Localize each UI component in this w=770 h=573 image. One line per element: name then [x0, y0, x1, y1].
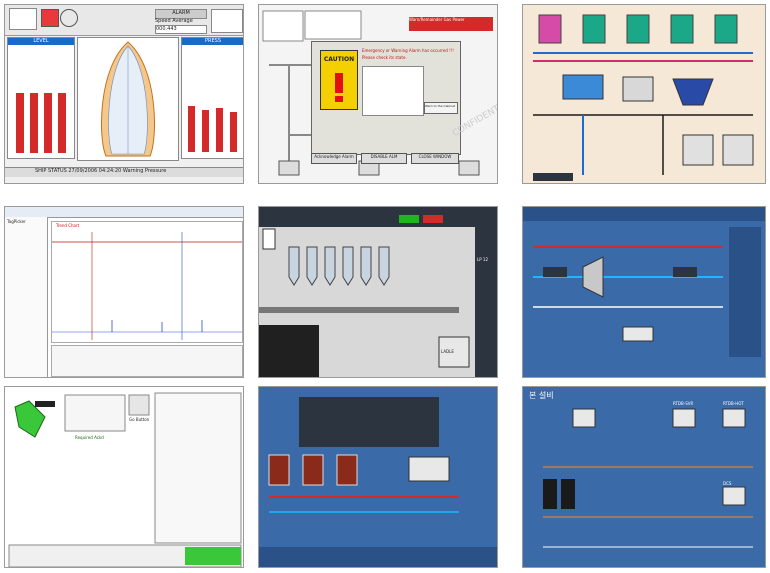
- node-rtdb-svr: RTDB-SVR: [673, 401, 694, 406]
- network-screen: 본 설비 RTDB-SVR RTDB-HOT DCS: [522, 386, 766, 568]
- level-bar-3: [44, 93, 52, 153]
- speed-value: 000.443: [155, 25, 207, 34]
- plant-overview-drawing: [523, 207, 765, 357]
- trend-plot: Trend Chart: [51, 221, 243, 343]
- tag-tree[interactable]: TagPicker: [5, 217, 48, 377]
- go-button[interactable]: Go Button: [129, 417, 149, 422]
- process-tanks-drawing: [533, 14, 754, 181]
- robot-status-screen: Go Button Required Ackd: [4, 386, 244, 568]
- tag-tree-title: TagPicker: [7, 219, 26, 224]
- level-panel: LEVEL: [7, 37, 75, 159]
- node-rtdb-hot: RTDB-HOT: [723, 401, 744, 406]
- ship-info-box: [9, 8, 37, 30]
- silo-screen: LP 12 LADLE: [258, 206, 498, 378]
- ship-status-icon: [41, 9, 59, 27]
- lp-label: LP 12: [477, 257, 489, 262]
- caution-label: CAUTION: [323, 56, 355, 63]
- press-bar-1: [188, 106, 195, 152]
- caution-dialog: CAUTION Emergency or Warning Alarm has o…: [311, 41, 461, 155]
- level-bar-2: [30, 93, 38, 153]
- caution-screen: Warn/Remainder Gas Power CAUTION Emergen…: [258, 4, 498, 184]
- plant-overview-screen: [522, 206, 766, 378]
- trend-legend-table: [51, 345, 243, 377]
- ship-info-box-right: [211, 9, 243, 33]
- caution-subheading: Please check its state.: [362, 55, 407, 60]
- press-bar-2: [202, 110, 209, 152]
- robot-status-drawing: [8, 392, 242, 567]
- alarm-detail-table: [362, 66, 424, 116]
- warn-cabinet-button[interactable]: Warn to the Cabinet: [424, 102, 458, 114]
- acknowledge-button[interactable]: Acknowledge Alarm: [311, 153, 357, 164]
- warn-remainder-box: Warn/Remainder Gas Power: [409, 17, 493, 31]
- press-bar-3: [216, 108, 223, 152]
- trend-screen: TagPicker Trend Chart: [4, 206, 244, 378]
- caution-sign: CAUTION: [320, 50, 358, 110]
- network-drawing: [543, 408, 753, 548]
- disable-alarm-button[interactable]: DISABLE ALM: [361, 153, 407, 164]
- caution-heading: Emergency or Warning Alarm has occurred …: [362, 48, 454, 53]
- close-window-button[interactable]: CLOSE WINDOW: [411, 153, 459, 164]
- press-panel: PRESS: [181, 37, 243, 159]
- trend-lines: [52, 232, 242, 340]
- dialog-buttons: Acknowledge Alarm DISABLE ALM CLOSE WIND…: [311, 153, 459, 164]
- ship-outline-drawing: [100, 41, 156, 157]
- ladle-label: LADLE: [441, 349, 454, 354]
- ship-outline-panel: [77, 37, 179, 161]
- exclamation-icon: [335, 73, 343, 93]
- node-dcs: DCS: [723, 481, 732, 486]
- level-bar-1: [16, 93, 24, 153]
- speed-label: Speed Average: [155, 18, 193, 24]
- level-bar-4: [58, 93, 66, 153]
- ship-level-screen: ALARM Speed Average 000.443 LEVEL PRESS …: [4, 4, 244, 184]
- exclamation-dot: [335, 96, 343, 102]
- boiler-tanks-drawing: [259, 397, 497, 567]
- ship-status-bar: SHIP STATUS 27/09/2006 04:24:20 Warning …: [5, 167, 243, 177]
- required-ackd-label: Required Ackd: [75, 435, 104, 440]
- level-title: LEVEL: [8, 38, 74, 45]
- ship-header: ALARM Speed Average 000.443: [5, 5, 243, 36]
- press-bar-4: [230, 112, 237, 152]
- process-tanks-screen: [522, 4, 766, 184]
- boiler-tanks-screen: [258, 386, 498, 568]
- compass-icon: [60, 9, 78, 27]
- silo-drawing: [259, 207, 497, 377]
- press-title: PRESS: [182, 38, 243, 45]
